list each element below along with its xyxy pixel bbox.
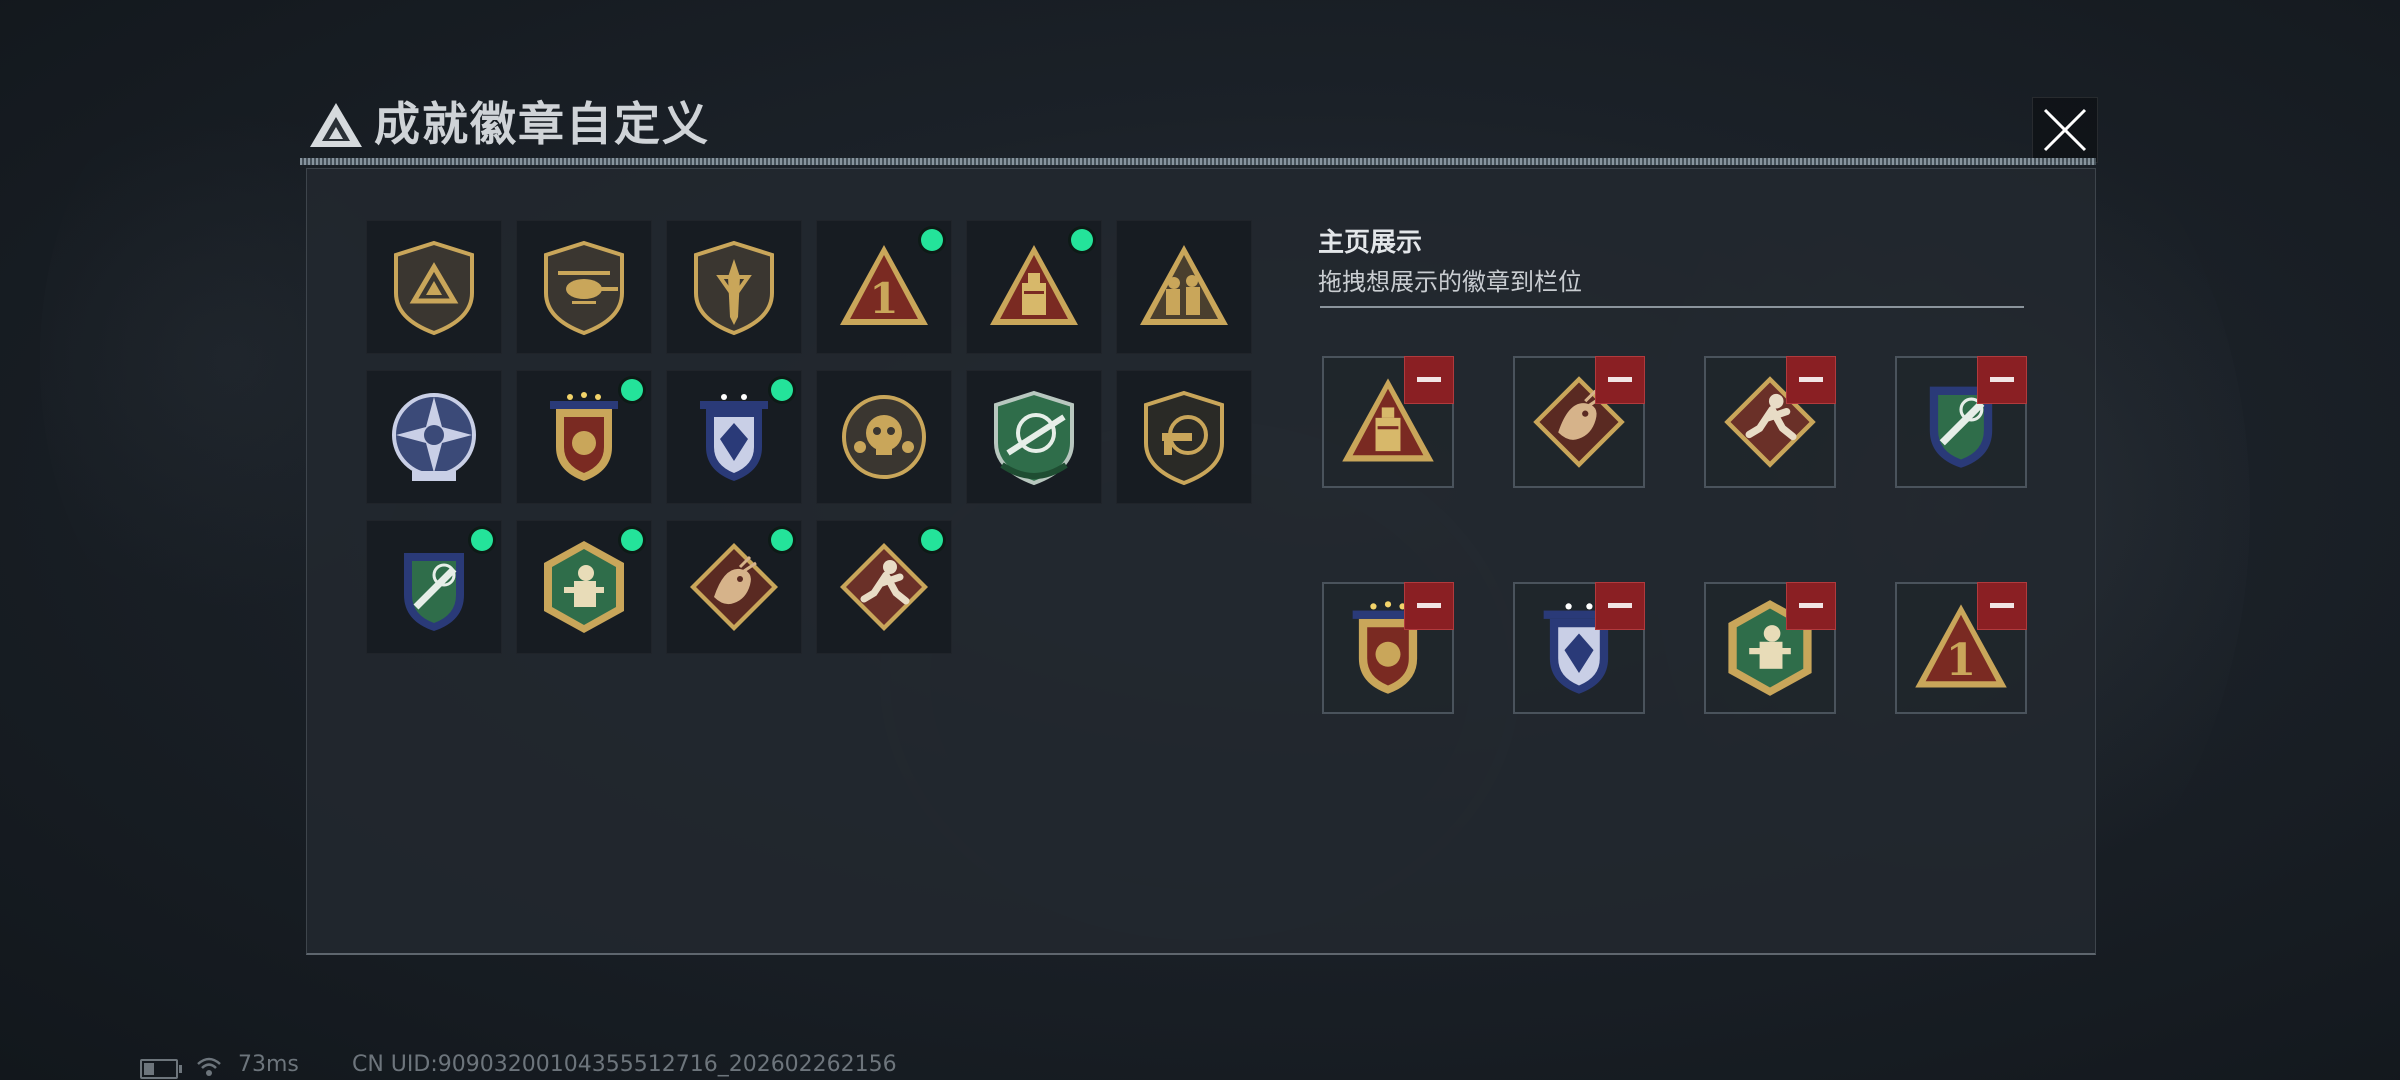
svg-text:1: 1 [1946,635,1976,686]
new-indicator-dot [771,529,793,551]
badge-tile[interactable] [816,520,952,654]
soldiers-triangle-badge-icon [1140,245,1228,325]
remove-badge-button[interactable] [1595,356,1645,404]
remove-badge-button[interactable] [1977,356,2027,404]
new-indicator-dot [621,529,643,551]
new-indicator-dot [921,529,943,551]
badge-tile[interactable]: 1 [816,220,952,354]
wifi-icon [197,1057,221,1076]
remove-badge-button[interactable] [1977,582,2027,630]
showcase-slot[interactable] [1513,582,1645,714]
showcase-subtitle: 拖拽想展示的徽章到栏位 [1318,268,1582,296]
showcase-divider [1320,306,2024,308]
badge-tile[interactable] [666,220,802,354]
runner-diamond-badge-icon [840,543,928,631]
skull-medallion-badge-icon [842,395,926,479]
new-indicator-dot [771,379,793,401]
helicopter-shield-badge-icon [544,240,624,336]
bomb-triangle-badge-icon [990,245,1078,325]
badge-tile[interactable] [966,370,1102,504]
badge-tile[interactable] [516,370,652,504]
triangle-logo-icon [310,103,362,147]
dagger-shield-badge-icon [694,240,774,336]
showcase-slot[interactable] [1704,356,1836,488]
remove-badge-button[interactable] [1595,582,1645,630]
battery-icon [140,1059,182,1079]
badge-tile[interactable] [666,520,802,654]
showcase-slot[interactable] [1895,356,2027,488]
svg-text:1: 1 [869,274,898,323]
dialog-header: 成就徽章自定义 [300,92,2102,156]
badge-tile[interactable] [816,370,952,504]
gold-laurel-crest-badge-icon [550,392,618,481]
showcase-slot[interactable] [1322,356,1454,488]
badge-tile[interactable] [966,220,1102,354]
hexagon-soldier-badge-icon [544,541,624,633]
badge-tile[interactable] [366,370,502,504]
close-button[interactable] [2032,97,2098,163]
badge-tile[interactable] [516,220,652,354]
showcase-slot[interactable] [1322,582,1454,714]
showcase-title: 主页展示 [1318,228,1423,258]
badge-tile[interactable] [666,370,802,504]
showcase-slot[interactable]: 1 [1895,582,2027,714]
blue-diamond-crest-badge-icon [700,394,768,481]
close-icon [2043,108,2087,152]
new-indicator-dot [471,529,493,551]
badge-tile[interactable] [516,520,652,654]
badge-tile[interactable] [366,520,502,654]
badge-tile[interactable] [1116,220,1252,354]
remove-badge-button[interactable] [1786,356,1836,404]
remove-badge-button[interactable] [1786,582,1836,630]
header-divider [300,158,2096,165]
blue-knife-crest-badge-icon [404,553,464,631]
new-indicator-dot [1071,229,1093,251]
star-compass-badge-icon [392,393,476,481]
dialog-title: 成就徽章自定义 [374,97,710,151]
dark-pistol-shield-badge-icon [1144,390,1224,486]
dragon-diamond-badge-icon [690,543,778,631]
new-indicator-dot [621,379,643,401]
triangle-shield-badge-icon [394,240,474,336]
ping-text: 73ms [238,1052,299,1077]
uid-text: CN UID:90903200104355512716_202602262156 [352,1052,897,1077]
showcase-slot[interactable] [1513,356,1645,488]
number-one-triangle-badge-icon: 1 [840,245,928,325]
new-indicator-dot [921,229,943,251]
remove-badge-button[interactable] [1404,356,1454,404]
badge-tile[interactable] [1116,370,1252,504]
remove-badge-button[interactable] [1404,582,1454,630]
badge-tile[interactable] [366,220,502,354]
showcase-slot[interactable] [1704,582,1836,714]
green-rifle-shield-badge-icon [994,390,1074,486]
